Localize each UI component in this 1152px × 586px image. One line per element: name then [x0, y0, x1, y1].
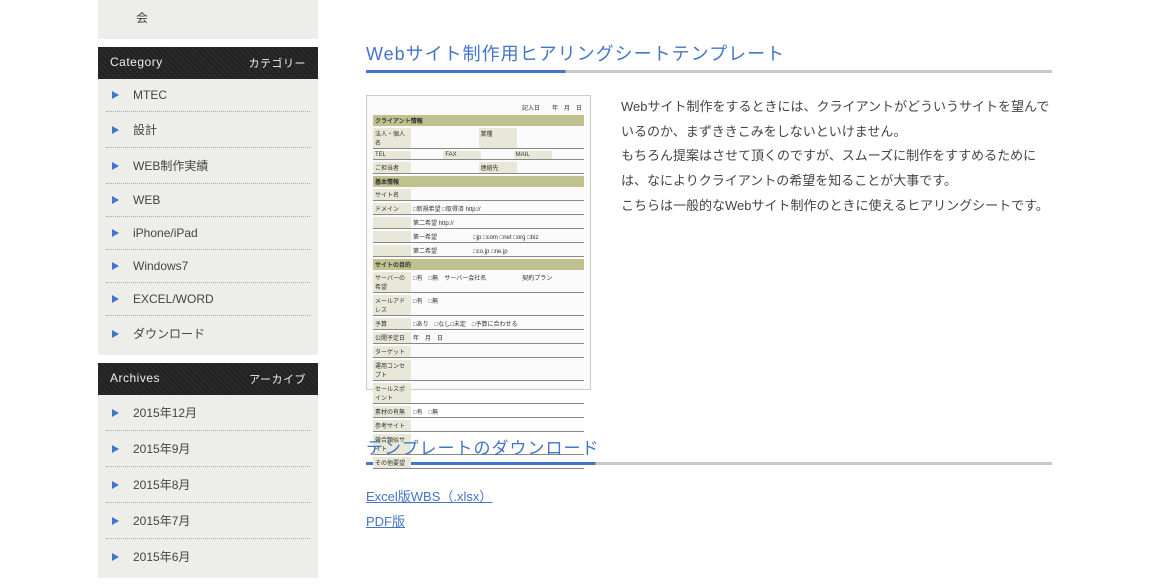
category-item-mtec[interactable]: MTEC [106, 79, 310, 112]
archive-item[interactable]: 2015年12月 [106, 395, 310, 431]
archive-item[interactable]: 2015年9月 [106, 431, 310, 467]
sidebar-top-box: 会 [98, 0, 318, 39]
archives-box: Archives アーカイブ 2015年12月 2015年9月 2015年8月 … [98, 363, 318, 578]
main-content: Webサイト制作用ヒアリングシートテンプレート 記入日 年 月 日 クライアント… [366, 0, 1152, 586]
triangle-icon [112, 409, 119, 417]
category-item-excel-word[interactable]: EXCEL/WORD [106, 283, 310, 316]
triangle-icon [112, 91, 119, 99]
download-excel-link[interactable]: Excel版WBS（.xlsx） [366, 485, 1052, 510]
triangle-icon [112, 517, 119, 525]
desc-p1: Webサイト制作をするときには、クライアントがどういうサイトを望んでいるのか、ま… [621, 95, 1052, 144]
desc-p3: こちらは一般的なWebサイト制作のときに使えるヒアリングシートです。 [621, 194, 1052, 219]
triangle-icon [112, 553, 119, 561]
triangle-icon [112, 330, 119, 338]
triangle-icon [112, 126, 119, 134]
archives-header: Archives アーカイブ [98, 363, 318, 395]
triangle-icon [112, 481, 119, 489]
triangle-icon [112, 262, 119, 270]
category-item-web[interactable]: WEB [106, 184, 310, 217]
archive-item[interactable]: 2015年6月 [106, 539, 310, 574]
article-title: Webサイト制作用ヒアリングシートテンプレート [366, 40, 1052, 73]
category-header: Category カテゴリー [98, 47, 318, 79]
archive-item[interactable]: 2015年8月 [106, 467, 310, 503]
download-links: Excel版WBS（.xlsx） PDF版 [366, 485, 1052, 534]
article-description: Webサイト制作をするときには、クライアントがどういうサイトを望んでいるのか、ま… [621, 95, 1052, 218]
archives-list: 2015年12月 2015年9月 2015年8月 2015年7月 2015年6月 [98, 395, 318, 574]
category-item-windows7[interactable]: Windows7 [106, 250, 310, 283]
triangle-icon [112, 295, 119, 303]
sidebar-top-item[interactable]: 会 [106, 0, 310, 35]
archive-item[interactable]: 2015年7月 [106, 503, 310, 539]
category-item-web-works[interactable]: WEB制作実績 [106, 148, 310, 184]
triangle-icon [112, 229, 119, 237]
triangle-icon [112, 162, 119, 170]
triangle-icon [112, 445, 119, 453]
category-item-download[interactable]: ダウンロード [106, 316, 310, 351]
desc-p2: もちろん提案はさせて頂くのですが、スムーズに制作をすすめるためには、なによりクラ… [621, 144, 1052, 193]
category-item-iphone[interactable]: iPhone/iPad [106, 217, 310, 250]
category-list: MTEC 設計 WEB制作実績 WEB iPhone/iPad Windows7… [98, 79, 318, 351]
category-item-design[interactable]: 設計 [106, 112, 310, 148]
category-box: Category カテゴリー MTEC 設計 WEB制作実績 WEB iPhon… [98, 47, 318, 355]
download-pdf-link[interactable]: PDF版 [366, 510, 1052, 535]
triangle-icon [112, 196, 119, 204]
template-thumbnail[interactable]: 記入日 年 月 日 クライアント情報 法人・個人名業種 TELFAXMAIL ご… [366, 95, 591, 390]
